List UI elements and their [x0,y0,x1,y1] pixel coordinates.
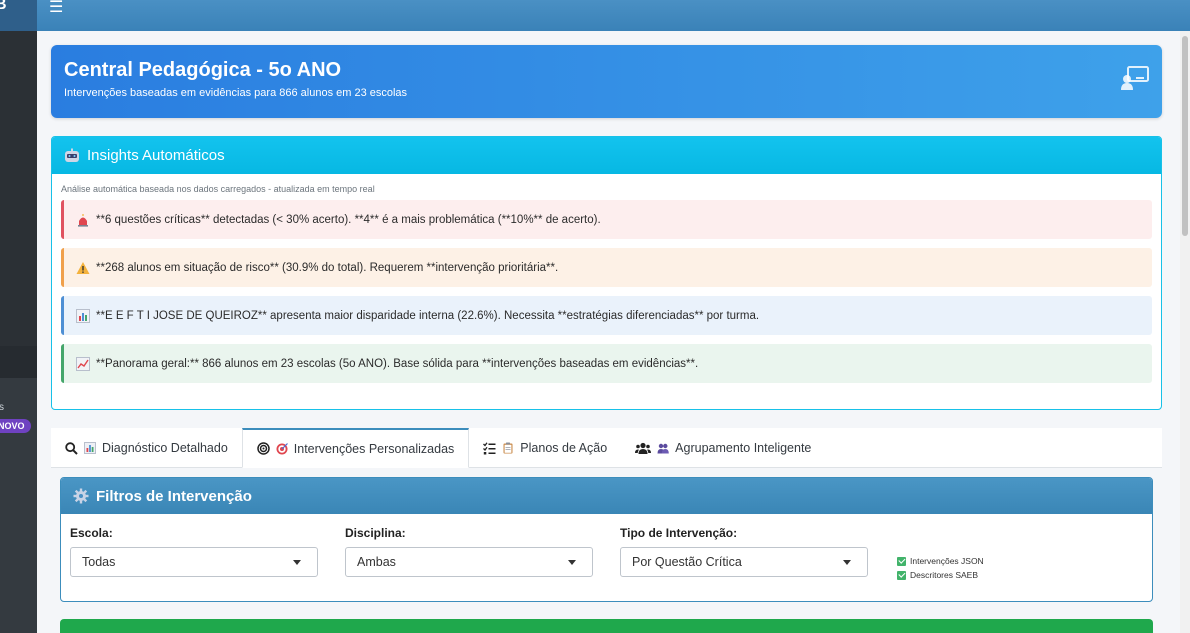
insight-text: **E E F T I JOSE DE QUEIROZ** apresenta … [96,309,760,322]
filter-tipo: Tipo de Intervenção: Por Questão Crítica [620,526,868,582]
tasks-icon [483,441,496,454]
menu-toggle-icon[interactable]: ☰ [49,0,63,16]
check-icon [897,556,906,566]
chevron-down-icon [293,559,301,565]
insights-header: Insights Automáticos [52,137,1161,174]
users-icon [635,442,652,454]
disciplina-select-value: Ambas [357,555,396,569]
clipboard-icon [503,442,513,454]
bullseye-icon [257,442,270,455]
gear-icon [73,488,89,504]
insight-alert-risk: **268 alunos em situação de risco** (30.… [61,248,1152,287]
tab-bar: Diagnóstico Detalhado Intervenções Perso… [51,428,1162,468]
tab-label: Planos de Ação [520,441,608,455]
filter-disciplina-label: Disciplina: [345,526,406,540]
sidebar-divider [0,346,37,378]
filters-card: Filtros de Intervenção Escola: Todas Dis… [60,477,1153,602]
search-icon [65,441,78,455]
bar-chart-icon [76,308,90,323]
tab-label: Diagnóstico Detalhado [102,441,228,455]
filter-tipo-label: Tipo de Intervenção: [620,526,738,540]
brand-logo[interactable]: B [0,0,37,31]
bar-chart-icon [84,442,96,454]
insight-alert-disparity: **E E F T I JOSE DE QUEIROZ** apresenta … [61,296,1152,335]
robot-icon [65,148,79,162]
siren-icon [78,213,88,227]
filters-row: Escola: Todas Disciplina: Ambas Tipo de … [61,514,1152,582]
trend-chart-icon [76,356,90,371]
warning-icon [76,261,90,274]
insights-title: Insights Automáticos [87,147,225,164]
sidebar-menu-area [0,31,37,346]
escola-select[interactable]: Todas [70,547,318,577]
tab-diagnostico[interactable]: Diagnóstico Detalhado [51,428,242,468]
tab-label: Intervenções Personalizadas [293,441,455,456]
page-title: Central Pedagógica - 5o ANO [64,59,342,81]
page-header-card: Central Pedagógica - 5o ANO Intervenções… [51,45,1162,118]
insight-alert-critical: **6 questões críticas** detectadas (< 30… [61,200,1152,239]
filters-header: Filtros de Intervenção [61,478,1152,514]
filter-disciplina: Disciplina: Ambas [345,526,593,582]
target-icon [276,442,288,454]
check-label: Intervenções JSON [910,556,984,566]
chalkboard-teacher-icon [1121,66,1149,90]
filter-escola: Escola: Todas [70,526,318,582]
sidebar-item-fragment[interactable]: s [0,402,4,413]
filter-escola-label: Escola: [70,526,113,540]
data-sources-checklist: Intervenções JSON Descritores SAEB [897,526,984,582]
check-descritores-saeb: Descritores SAEB [897,568,984,582]
check-label: Descritores SAEB [910,570,979,580]
tipo-select[interactable]: Por Questão Crítica [620,547,868,577]
check-icon [897,570,906,580]
brand-fragment: B [0,0,7,13]
people-icon [657,443,669,454]
insights-card: Insights Automáticos Análise automática … [51,136,1162,410]
insights-subtitle: Análise automática baseada nos dados car… [61,184,375,194]
chevron-down-icon [568,559,576,565]
scrollbar-thumb[interactable] [1182,36,1188,236]
insight-text: **Panorama geral:** 866 alunos em 23 esc… [96,357,699,370]
insight-text: **268 alunos em situação de risco** (30.… [96,261,559,274]
next-card-header [60,619,1153,633]
top-navbar: ☰ [37,0,1190,31]
insight-alert-overview: **Panorama geral:** 866 alunos em 23 esc… [61,344,1152,383]
main-sidebar: B s NOVO [0,0,37,633]
chevron-down-icon [843,559,851,565]
check-intervencoes-json: Intervenções JSON [897,554,984,568]
tab-planos[interactable]: Planos de Ação [469,428,621,468]
tab-intervencoes[interactable]: Intervenções Personalizadas [241,428,470,468]
tab-agrupamento[interactable]: Agrupamento Inteligente [621,428,825,468]
tipo-select-value: Por Questão Crítica [632,555,742,569]
disciplina-select[interactable]: Ambas [345,547,593,577]
escola-select-value: Todas [82,555,116,569]
insight-text: **6 questões críticas** detectadas (< 30… [96,213,601,226]
main-content: Central Pedagógica - 5o ANO Intervenções… [51,45,1162,602]
filters-title: Filtros de Intervenção [96,487,252,505]
page-subtitle: Intervenções baseadas em evidências para… [64,87,408,99]
new-badge: NOVO [0,419,31,433]
tab-label: Agrupamento Inteligente [675,441,812,455]
